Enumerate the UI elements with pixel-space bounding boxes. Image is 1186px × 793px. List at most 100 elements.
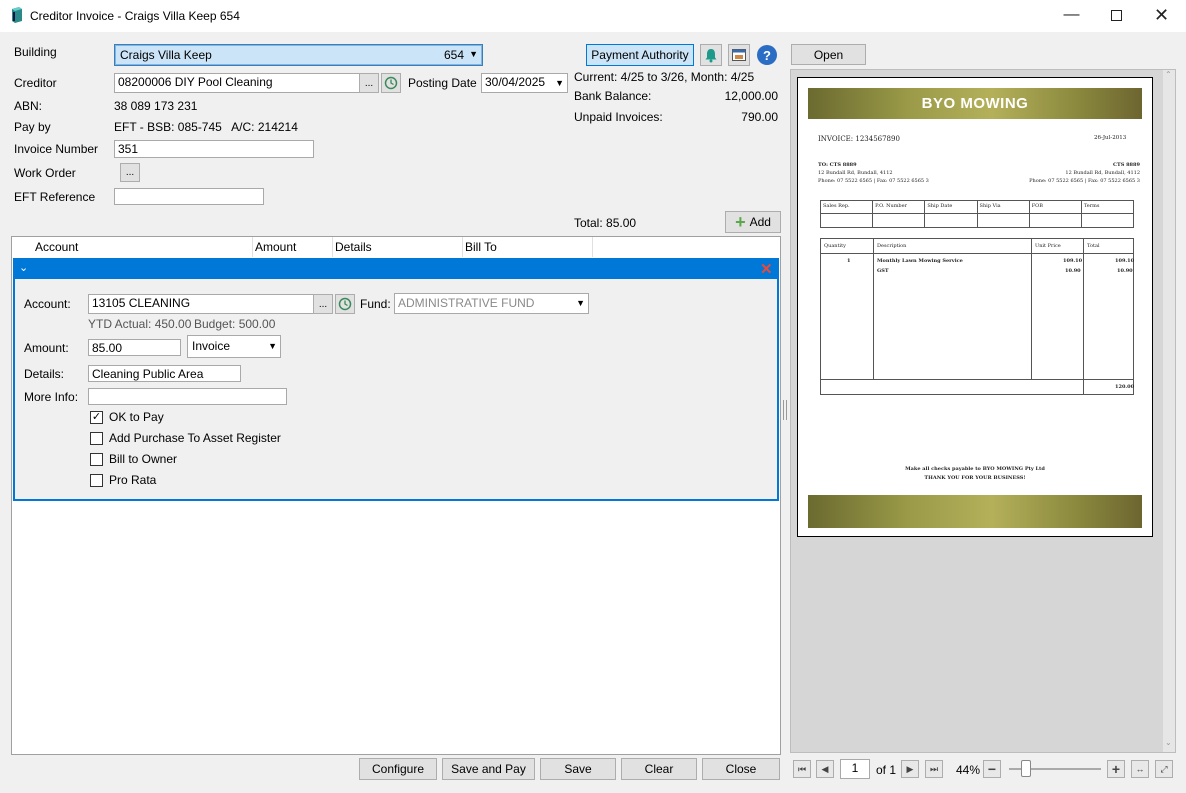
configure-label: Configure: [371, 762, 425, 776]
ok-to-pay-checkbox[interactable]: ✓: [90, 410, 103, 424]
first-page-button[interactable]: ⏮: [793, 760, 811, 778]
history-icon: [384, 76, 398, 90]
items-col-divider: [873, 239, 874, 379]
header-cell-label: Terms: [1083, 203, 1100, 209]
unpaid-invoices-label: Unpaid Invoices:: [574, 110, 663, 124]
building-name: Craigs Villa Keep: [120, 48, 212, 62]
zoom-out-button[interactable]: −: [983, 760, 1001, 778]
preview-scrollbar[interactable]: ⌃ ⌄: [1163, 70, 1175, 752]
asset-register-checkbox[interactable]: [90, 431, 103, 445]
account-lookup-button[interactable]: ...: [313, 294, 333, 314]
next-page-button[interactable]: ▶: [901, 760, 919, 778]
page-count: of 1: [876, 763, 897, 777]
collapse-chevron-icon[interactable]: ⌄: [19, 261, 28, 274]
add-line-button[interactable]: + Add: [725, 211, 781, 233]
chevron-down-icon: ▼: [469, 49, 478, 59]
building-label: Building: [14, 45, 57, 59]
ship-to-name: CTS 8889: [1113, 162, 1140, 168]
header-cell: Terms: [1081, 201, 1134, 227]
screen-button[interactable]: [728, 44, 750, 66]
invoice-number-field[interactable]: 351: [114, 140, 314, 158]
pro-rata-checkbox[interactable]: [90, 473, 103, 487]
invoice-type-value: Invoice: [192, 339, 231, 353]
column-details[interactable]: Details: [335, 240, 372, 254]
scroll-up-icon[interactable]: ⌃: [1165, 70, 1172, 79]
scroll-down-icon[interactable]: ⌄: [1165, 738, 1172, 747]
item-total: 109.10: [1115, 258, 1135, 264]
page-number-field[interactable]: 1: [840, 759, 870, 779]
help-button[interactable]: ?: [757, 45, 777, 65]
account-label: Account:: [24, 297, 71, 311]
pro-rata-label: Pro Rata: [109, 473, 157, 487]
column-amount[interactable]: Amount: [255, 240, 296, 254]
fund-value: ADMINISTRATIVE FUND: [398, 296, 535, 310]
last-page-button[interactable]: ⏭: [925, 760, 943, 778]
posting-date-field[interactable]: 30/04/2025 ▼: [481, 73, 568, 93]
invoice-type-select[interactable]: Invoice ▼: [187, 335, 281, 358]
fit-width-button[interactable]: ↔: [1131, 760, 1149, 778]
amount-label: Amount:: [24, 341, 69, 355]
save-button[interactable]: Save: [540, 758, 616, 780]
building-select[interactable]: Craigs Villa Keep 654 ▼: [114, 44, 483, 66]
column-divider: [332, 237, 333, 257]
zoom-in-button[interactable]: +: [1107, 760, 1125, 778]
invoice-number: INVOICE: 1234567890: [818, 135, 900, 143]
maximize-button[interactable]: [1094, 0, 1139, 30]
remove-line-icon[interactable]: ✕: [760, 260, 773, 278]
zoom-slider-thumb[interactable]: [1021, 760, 1031, 777]
abn-label: ABN:: [14, 99, 43, 113]
creditor-history-button[interactable]: [381, 73, 401, 93]
window-icon: [732, 49, 746, 61]
save-and-pay-button[interactable]: Save and Pay: [442, 758, 535, 780]
configure-button[interactable]: Configure: [359, 758, 437, 780]
current-period: Current: 4/25 to 3/26, Month: 4/25: [574, 70, 755, 84]
first-page-icon: ⏮: [797, 763, 807, 774]
gst-total: 10.90: [1117, 268, 1133, 274]
close-window-button[interactable]: ✕: [1139, 0, 1184, 30]
close-button[interactable]: Close: [702, 758, 780, 780]
abn-value: 38 089 173 231: [114, 99, 198, 113]
notification-button[interactable]: [700, 44, 722, 66]
fund-select[interactable]: ADMINISTRATIVE FUND ▼: [394, 293, 589, 314]
details-field[interactable]: Cleaning Public Area: [88, 365, 241, 382]
ellipsis-text: ...: [364, 77, 374, 89]
minimize-button[interactable]: —: [1049, 0, 1094, 30]
fund-label: Fund:: [360, 297, 391, 311]
save-label: Save: [564, 762, 592, 776]
creditor-field[interactable]: 08200006 DIY Pool Cleaning: [114, 73, 360, 93]
fit-page-icon: ⤢: [1160, 763, 1168, 774]
items-col-unit-price: Unit Price: [1035, 243, 1061, 249]
more-info-label: More Info:: [24, 390, 79, 404]
ok-to-pay-option[interactable]: ✓ OK to Pay: [90, 410, 164, 424]
pro-rata-option[interactable]: Pro Rata: [90, 473, 156, 487]
account-history-button[interactable]: [335, 294, 355, 314]
work-order-lookup-button[interactable]: ...: [120, 163, 140, 182]
amount-field[interactable]: 85.00: [88, 339, 181, 356]
invoice-banner-bottom: [808, 495, 1142, 528]
creditor-label: Creditor: [14, 76, 57, 90]
bank-balance-label: Bank Balance:: [574, 89, 652, 103]
more-info-field[interactable]: [88, 388, 287, 405]
payment-authority-button[interactable]: Payment Authority: [586, 44, 694, 66]
account-field[interactable]: 13105 CLEANING: [88, 294, 314, 314]
invoice-date: 26-Jul-2013: [1094, 135, 1127, 141]
header-cell: Ship Date: [925, 201, 978, 227]
creditor-lookup-button[interactable]: ...: [359, 73, 379, 93]
column-account[interactable]: Account: [35, 240, 78, 254]
fit-page-button[interactable]: ⤢: [1155, 760, 1173, 778]
eft-reference-field[interactable]: [114, 188, 264, 205]
column-divider: [462, 237, 463, 257]
clear-button[interactable]: Clear: [621, 758, 697, 780]
ship-to-phone: Phone: 07 5522 6565 | Fax: 07 5522 6565 …: [1029, 178, 1140, 184]
posting-date-label: Posting Date: [408, 76, 477, 90]
column-bill-to[interactable]: Bill To: [465, 240, 497, 254]
header-cell-label: FOB: [1031, 203, 1043, 209]
bill-to-owner-checkbox[interactable]: [90, 452, 103, 466]
splitter-handle[interactable]: [783, 400, 787, 420]
asset-register-option[interactable]: Add Purchase To Asset Register: [90, 431, 281, 445]
prev-page-button[interactable]: ◀: [816, 760, 834, 778]
ellipsis-text: ...: [318, 298, 328, 310]
open-document-button[interactable]: Open: [791, 44, 866, 65]
payby-label: Pay by: [14, 120, 51, 134]
bill-to-owner-option[interactable]: Bill to Owner: [90, 452, 177, 466]
